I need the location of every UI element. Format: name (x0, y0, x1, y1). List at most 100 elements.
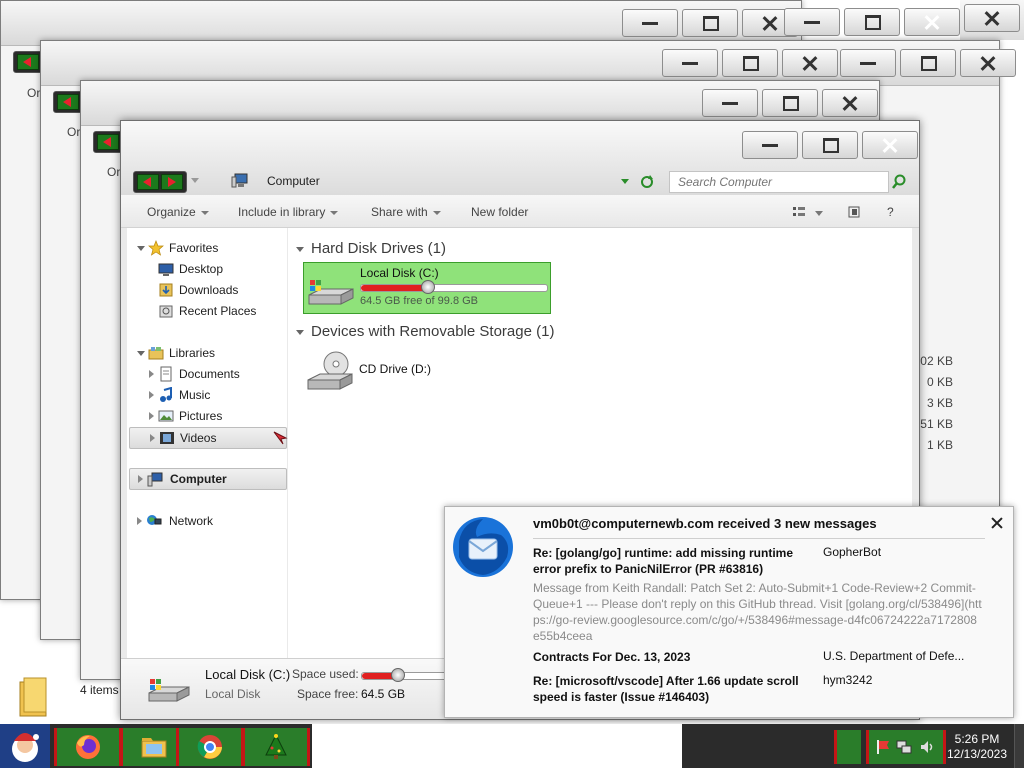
views-dropdown-icon[interactable] (815, 211, 823, 216)
computer-icon (147, 472, 163, 487)
caption-buttons (738, 131, 918, 159)
space-free-value: 64.5 GB (361, 687, 406, 701)
music-icon (160, 387, 172, 402)
expand-arrow-icon[interactable] (149, 412, 154, 420)
minimize-button[interactable] (840, 49, 896, 77)
back-forward-buttons[interactable] (133, 171, 187, 193)
close-button[interactable] (904, 8, 960, 36)
caption-buttons (960, 4, 1020, 32)
start-button[interactable] (0, 724, 50, 768)
taskbar-firefox[interactable] (54, 728, 122, 766)
star-icon (148, 240, 164, 256)
clock[interactable]: 5:26 PM 12/13/2023 (944, 732, 1010, 762)
nav-recent-places[interactable]: Recent Places (127, 301, 285, 321)
group-header-removable-storage[interactable]: Devices with Removable Storage (1) (296, 323, 554, 340)
minimize-button[interactable] (622, 9, 678, 37)
message-subject[interactable]: Re: [golang/go] runtime: add missing run… (533, 545, 803, 577)
maximize-button[interactable] (722, 49, 778, 77)
firefox-icon (76, 735, 100, 759)
maximize-button[interactable] (802, 131, 858, 159)
nav-network-label: Network (169, 514, 214, 528)
drive-item-local-disk-c[interactable]: Local Disk (C:) 64.5 GB free of 99.8 GB (303, 262, 551, 314)
maximize-button[interactable] (900, 49, 956, 77)
nav-music-label: Music (179, 388, 211, 402)
show-desktop-button[interactable] (1014, 724, 1024, 768)
nav-music[interactable]: Music (127, 385, 285, 405)
minimize-button[interactable] (662, 49, 718, 77)
close-button[interactable] (964, 4, 1020, 32)
forward-icon[interactable] (161, 174, 183, 190)
maximize-button[interactable] (762, 89, 818, 117)
close-button[interactable] (960, 49, 1016, 77)
nav-downloads[interactable]: Downloads (127, 280, 285, 300)
maximize-button[interactable] (844, 8, 900, 36)
caption-buttons (658, 49, 1016, 77)
videos-icon (160, 432, 174, 444)
preview-pane-icon[interactable] (848, 206, 860, 218)
usage-fill (361, 285, 427, 291)
nav-pictures[interactable]: Pictures (127, 406, 285, 426)
nav-libraries-label: Libraries (169, 346, 216, 360)
group-label: Hard Disk Drives (1) (311, 240, 447, 257)
close-button[interactable] (822, 89, 878, 117)
expand-arrow-icon[interactable] (138, 475, 143, 483)
caption-buttons (780, 8, 960, 36)
downloads-folder-icon (159, 283, 173, 297)
action-center-flag-icon[interactable] (875, 739, 891, 755)
expand-arrow-icon[interactable] (149, 370, 154, 378)
libraries-icon (148, 347, 164, 360)
group-header-hard-disk-drives[interactable]: Hard Disk Drives (1) (296, 240, 446, 257)
view-options-icon[interactable] (793, 207, 805, 217)
address-dropdown-icon[interactable] (621, 179, 629, 184)
drive-item-cd-drive-d[interactable]: CD Drive (D:) (303, 346, 503, 396)
search-box[interactable] (669, 171, 889, 193)
message-subject[interactable]: Contracts For Dec. 13, 2023 (533, 649, 833, 665)
back-icon[interactable] (137, 174, 159, 190)
nav-network[interactable]: Network (127, 511, 285, 531)
minimize-button[interactable] (784, 8, 840, 36)
tray-show-hidden[interactable] (834, 730, 861, 764)
new-folder-button[interactable]: New folder (471, 205, 528, 219)
new-mail-notification[interactable]: vm0b0t@computernewb.com received 3 new m… (444, 506, 1014, 718)
recent-pages-dropdown-icon[interactable] (191, 178, 199, 183)
help-button[interactable]: ? (887, 205, 894, 219)
search-input[interactable] (670, 172, 880, 192)
nav-documents[interactable]: Documents (127, 364, 285, 384)
expand-arrow-icon[interactable] (150, 434, 155, 442)
nav-favorites[interactable]: Favorites (127, 238, 285, 258)
message-sender: hym3242 (823, 673, 873, 687)
chevron-down-icon (330, 210, 339, 215)
minimize-button[interactable] (742, 131, 798, 159)
search-icon[interactable] (891, 174, 907, 190)
items-count: 4 items (80, 683, 119, 697)
maximize-button[interactable] (682, 9, 738, 37)
organize-menu[interactable]: Organize (147, 205, 209, 219)
network-tray-icon[interactable] (896, 739, 912, 755)
expand-arrow-icon[interactable] (149, 391, 154, 399)
close-button[interactable] (782, 49, 838, 77)
chevron-down-icon (432, 210, 441, 215)
nav-computer[interactable]: Computer (129, 468, 287, 490)
organize-fragment: Or (27, 86, 41, 100)
nav-recent-places-label: Recent Places (179, 304, 257, 318)
message-subject[interactable]: Re: [microsoft/vscode] After 1.66 update… (533, 673, 803, 705)
share-with-menu[interactable]: Share with (371, 205, 441, 219)
taskbar-chrome[interactable] (176, 728, 244, 766)
taskbar-xmas-app[interactable] (242, 728, 310, 766)
include-in-library-menu[interactable]: Include in library (238, 205, 339, 219)
nav-desktop[interactable]: Desktop (127, 259, 285, 279)
message-preview: Message from Keith Randall: Patch Set 2:… (533, 581, 982, 643)
close-icon[interactable] (990, 516, 1004, 530)
close-button[interactable] (862, 131, 918, 159)
minimize-button[interactable] (702, 89, 758, 117)
clock-date: 12/13/2023 (946, 747, 1008, 761)
refresh-icon[interactable] (639, 174, 655, 190)
expand-arrow-icon[interactable] (137, 351, 145, 360)
expand-arrow-icon[interactable] (137, 517, 142, 525)
expand-arrow-icon[interactable] (137, 246, 145, 255)
caption-buttons (618, 9, 798, 37)
volume-icon[interactable] (919, 739, 935, 755)
nav-libraries[interactable]: Libraries (127, 343, 285, 363)
address-bar-text[interactable]: Computer (267, 174, 320, 188)
nav-videos[interactable]: Videos (129, 427, 288, 449)
